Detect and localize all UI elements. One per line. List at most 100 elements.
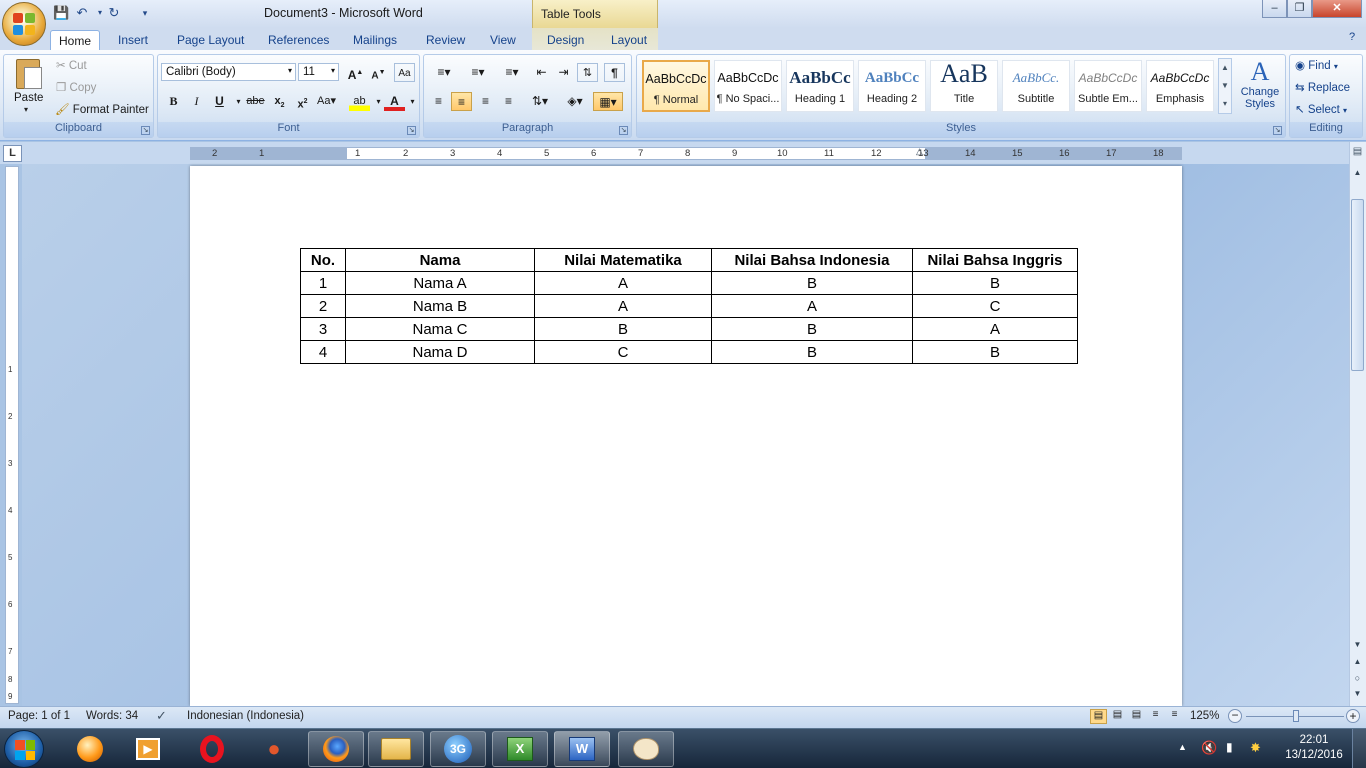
underline-icon[interactable]: U: [209, 92, 230, 111]
borders-icon[interactable]: ▦▾: [593, 92, 623, 111]
font-color-dropdown-icon[interactable]: ▾: [402, 92, 423, 111]
table-cell[interactable]: 3: [300, 317, 346, 341]
save-icon[interactable]: 💾: [53, 5, 69, 21]
table-cell[interactable]: A: [711, 294, 913, 318]
bold-icon[interactable]: B: [163, 92, 184, 111]
language-indicator[interactable]: Indonesian (Indonesia): [187, 710, 304, 722]
italic-icon[interactable]: I: [186, 92, 207, 111]
office-button[interactable]: [2, 2, 46, 46]
strikethrough-icon[interactable]: abe: [245, 92, 266, 111]
style-no-spacing[interactable]: AaBbCcDc ¶ No Spaci...: [714, 60, 782, 112]
tab-references[interactable]: References: [260, 30, 337, 50]
table-cell[interactable]: 1: [300, 271, 346, 295]
table-cell[interactable]: B: [534, 317, 712, 341]
full-screen-reading-icon[interactable]: ▤: [1109, 709, 1126, 724]
select-button[interactable]: ↖ Select ▾: [1295, 102, 1347, 116]
redo-icon[interactable]: ↻: [106, 5, 122, 21]
paste-label[interactable]: Paste: [14, 92, 43, 104]
zoom-in-icon[interactable]: +: [1346, 709, 1360, 723]
justify-icon[interactable]: ≡: [498, 92, 519, 111]
styles-launcher-icon[interactable]: ↘: [1273, 126, 1282, 135]
table-cell[interactable]: B: [711, 271, 913, 295]
paste-dropdown-icon[interactable]: ▾: [24, 105, 28, 114]
horizontal-ruler[interactable]: 2 1 1 2 3 4 5 6 7 8 9 10 11 12 13 14 15 …: [190, 147, 1182, 160]
table-header-cell[interactable]: Nama: [345, 248, 535, 272]
vertical-ruler[interactable]: 1 2 3 4 5 6 7 8 9: [5, 166, 19, 704]
document-page[interactable]: No. Nama Nilai Matematika Nilai Bahsa In…: [190, 166, 1182, 706]
table-cell[interactable]: C: [912, 294, 1078, 318]
select-browse-object-icon[interactable]: ○: [1351, 673, 1364, 686]
change-styles-button[interactable]: A Change Styles: [1238, 58, 1282, 114]
next-page-icon[interactable]: ▼: [1351, 689, 1364, 702]
superscript-icon[interactable]: x2: [292, 92, 313, 111]
multilevel-list-icon[interactable]: ≡▾: [496, 63, 528, 82]
right-indent-marker-icon[interactable]: △: [916, 146, 923, 157]
zoom-out-icon[interactable]: −: [1228, 709, 1242, 723]
tab-page-layout[interactable]: Page Layout: [169, 30, 252, 50]
word-icon[interactable]: W: [554, 731, 610, 767]
tab-review[interactable]: Review: [418, 30, 473, 50]
table-cell[interactable]: Nama A: [345, 271, 535, 295]
volume-muted-icon[interactable]: 🔇: [1201, 740, 1217, 756]
previous-page-icon[interactable]: ▲: [1351, 657, 1364, 670]
find-button[interactable]: ◉ Find ▾: [1295, 58, 1338, 72]
table-header-cell[interactable]: No.: [300, 248, 346, 272]
show-hidden-icons-icon[interactable]: ▲: [1178, 742, 1187, 752]
paste-button[interactable]: [12, 57, 46, 93]
draft-icon[interactable]: ≡: [1166, 709, 1183, 724]
web-layout-icon[interactable]: ▤: [1128, 709, 1145, 724]
style-heading-2[interactable]: AaBbCc Heading 2: [858, 60, 926, 112]
tab-design[interactable]: Design: [539, 30, 592, 50]
paragraph-launcher-icon[interactable]: ↘: [619, 126, 628, 135]
table-cell[interactable]: B: [711, 317, 913, 341]
page-count[interactable]: Page: 1 of 1: [8, 710, 70, 722]
tab-home[interactable]: Home: [50, 30, 100, 51]
style-title[interactable]: AaB Title: [930, 60, 998, 112]
zoom-slider-thumb[interactable]: [1293, 710, 1299, 722]
view-ruler-icon[interactable]: ▤: [1351, 146, 1364, 160]
battery-icon[interactable]: ▮: [1226, 740, 1233, 754]
undo-icon[interactable]: ↶: [74, 5, 90, 21]
increase-indent-icon[interactable]: ⇥: [553, 63, 574, 82]
help-icon[interactable]: ?: [1349, 31, 1363, 45]
font-launcher-icon[interactable]: ↘: [407, 126, 416, 135]
customize-qat-icon[interactable]: ▾: [137, 5, 153, 21]
sort-icon[interactable]: ⇅: [577, 63, 598, 82]
align-right-icon[interactable]: ≡: [475, 92, 496, 111]
network-icon[interactable]: ✸: [1250, 740, 1261, 756]
style-subtle-emphasis[interactable]: AaBbCcDc Subtle Em...: [1074, 60, 1142, 112]
paint-icon[interactable]: [618, 731, 674, 767]
show-formatting-icon[interactable]: ¶: [604, 63, 625, 82]
taskbar-clock[interactable]: 22:01 13/12/2016: [1282, 733, 1346, 763]
table-cell[interactable]: A: [534, 271, 712, 295]
highlight-icon[interactable]: ab: [349, 92, 370, 111]
zoom-level[interactable]: 125%: [1190, 710, 1219, 722]
format-painter-button[interactable]: 🖌 Format Painter: [55, 102, 149, 116]
minimize-button[interactable]: –: [1262, 0, 1287, 18]
replace-button[interactable]: ⇆ Replace: [1295, 80, 1350, 94]
shading-icon[interactable]: ◈▾: [560, 92, 590, 111]
document-table[interactable]: No. Nama Nilai Matematika Nilai Bahsa In…: [300, 248, 1078, 364]
numbering-icon[interactable]: ≡▾: [462, 63, 494, 82]
fish-icon[interactable]: ●: [246, 731, 302, 767]
table-cell[interactable]: A: [912, 317, 1078, 341]
style-subtitle[interactable]: AaBbCc. Subtitle: [1002, 60, 1070, 112]
table-cell[interactable]: 4: [300, 340, 346, 364]
table-header-cell[interactable]: Nilai Matematika: [534, 248, 712, 272]
excel-icon[interactable]: X: [492, 731, 548, 767]
proofing-icon[interactable]: ✓: [156, 708, 167, 724]
print-layout-icon[interactable]: ▤: [1090, 709, 1107, 724]
tab-selector-button[interactable]: L: [3, 145, 22, 162]
orange-ball-icon[interactable]: [62, 731, 118, 767]
clear-formatting-icon[interactable]: Aa: [394, 63, 415, 82]
opera-icon[interactable]: [184, 731, 240, 767]
style-normal[interactable]: AaBbCcDc ¶ Normal: [642, 60, 710, 112]
scroll-up-icon[interactable]: ▲: [1351, 168, 1364, 181]
shrink-font-icon[interactable]: A▼: [368, 63, 389, 82]
align-left-icon[interactable]: ≡: [428, 92, 449, 111]
line-spacing-icon[interactable]: ⇅▾: [526, 92, 554, 111]
clipboard-launcher-icon[interactable]: ↘: [141, 126, 150, 135]
style-heading-1[interactable]: AaBbCc Heading 1: [786, 60, 854, 112]
start-button[interactable]: [4, 730, 44, 768]
table-cell[interactable]: C: [534, 340, 712, 364]
